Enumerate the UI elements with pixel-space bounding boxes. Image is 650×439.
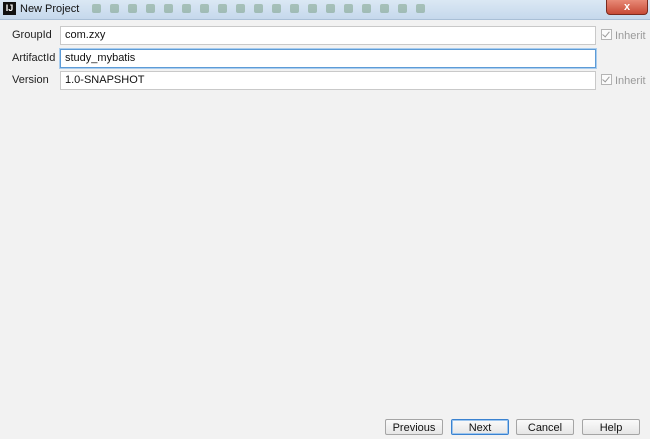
artifactid-label: ArtifactId	[12, 52, 56, 64]
artifactid-row: ArtifactId	[0, 49, 650, 68]
background-toolbar-ghost	[92, 4, 482, 16]
version-row: Version Inherit	[0, 71, 650, 90]
inherit-label: Inherit	[615, 75, 646, 87]
cancel-button[interactable]: Cancel	[516, 419, 574, 435]
title-bar: IJ New Project x	[0, 0, 650, 20]
groupid-inherit-checkbox[interactable]: Inherit	[601, 29, 650, 42]
next-button[interactable]: Next	[451, 419, 509, 435]
groupid-field[interactable]	[60, 26, 596, 45]
window-title: New Project	[20, 3, 80, 15]
checkbox-checked-icon	[601, 29, 612, 40]
version-field[interactable]	[60, 71, 596, 90]
version-inherit-checkbox[interactable]: Inherit	[601, 74, 650, 87]
close-icon[interactable]: x	[606, 0, 648, 15]
inherit-label: Inherit	[615, 30, 646, 42]
groupid-label: GroupId	[12, 29, 52, 41]
intellij-app-icon: IJ	[3, 2, 16, 15]
groupid-row: GroupId Inherit	[0, 26, 650, 45]
artifactid-field[interactable]	[60, 49, 596, 68]
help-button[interactable]: Help	[582, 419, 640, 435]
version-label: Version	[12, 74, 49, 86]
previous-button[interactable]: Previous	[385, 419, 443, 435]
checkbox-checked-icon	[601, 74, 612, 85]
